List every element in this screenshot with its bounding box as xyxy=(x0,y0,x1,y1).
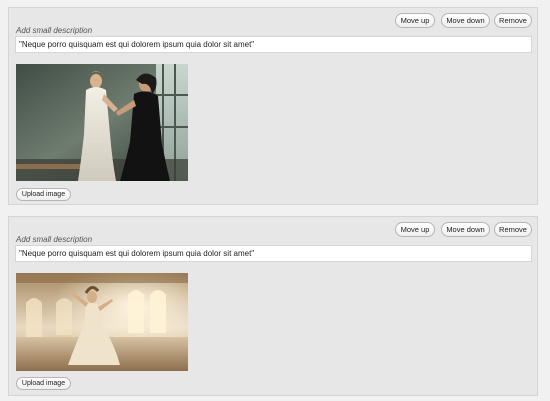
upload-image-button[interactable]: Upload image xyxy=(16,377,71,390)
description-input[interactable]: "Neque porro quisquam est qui dolorem ip… xyxy=(15,36,532,53)
slide-item-1: Move up Move down Remove Add small descr… xyxy=(8,7,538,205)
description-label: Add small description xyxy=(16,235,93,244)
slides-editor: Move up Move down Remove Add small descr… xyxy=(0,0,550,401)
move-down-button[interactable]: Move down xyxy=(441,13,490,28)
description-label: Add small description xyxy=(16,26,93,35)
move-up-button[interactable]: Move up xyxy=(395,222,435,237)
slide-image-thumbnail xyxy=(16,273,188,371)
move-up-button[interactable]: Move up xyxy=(395,13,435,28)
slide-image-thumbnail xyxy=(16,64,188,181)
remove-button[interactable]: Remove xyxy=(494,13,532,28)
description-input[interactable]: "Neque porro quisquam est qui dolorem ip… xyxy=(15,245,532,262)
upload-image-button[interactable]: Upload image xyxy=(16,188,71,201)
ballroom-photo-image xyxy=(16,273,188,371)
remove-button[interactable]: Remove xyxy=(494,222,532,237)
slide-item-2: Move up Move down Remove Add small descr… xyxy=(8,216,538,396)
move-down-button[interactable]: Move down xyxy=(441,222,490,237)
fashion-photo-image xyxy=(16,64,188,181)
